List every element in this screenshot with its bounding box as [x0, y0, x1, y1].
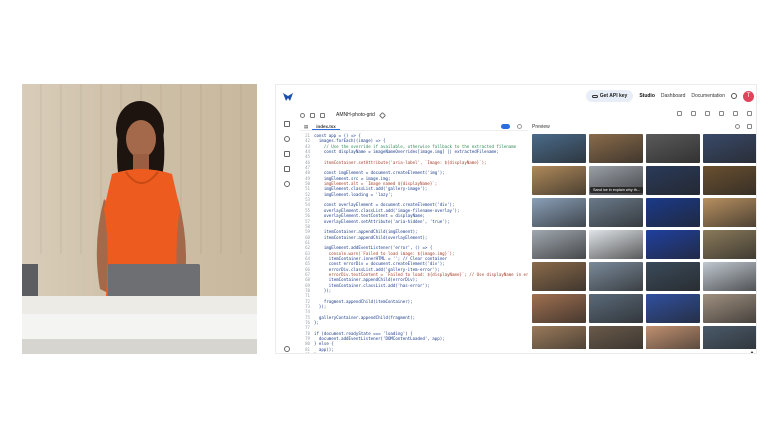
sidebar-new-chat-icon[interactable]: [284, 121, 290, 127]
sidebar-stream-icon[interactable]: [284, 136, 290, 142]
nav-dashboard[interactable]: Dashboard: [661, 93, 685, 99]
get-api-key-label: Get API key: [599, 93, 628, 99]
file-tree-toggle-icon[interactable]: ▤: [300, 124, 312, 130]
gallery-image[interactable]: [532, 230, 586, 259]
more-icon[interactable]: [747, 111, 752, 116]
gallery-image[interactable]: [646, 198, 700, 227]
gallery-image[interactable]: [589, 262, 643, 291]
code-view-icon[interactable]: [310, 112, 315, 118]
gallery-image[interactable]: [532, 198, 586, 227]
sidebar-info-icon[interactable]: [284, 346, 290, 352]
screen: Get API key Studio Dashboard Documentati…: [0, 0, 780, 438]
line-text: imgElement.loading = 'lazy';: [314, 191, 393, 197]
gallery-image[interactable]: [646, 166, 700, 195]
gallery-image[interactable]: [703, 262, 756, 291]
top-bar-actions: Get API key Studio Dashboard Documentati…: [585, 88, 754, 104]
gallery-image[interactable]: [646, 134, 700, 163]
video-desk-edge: [22, 339, 257, 354]
sidebar-history-icon[interactable]: [284, 181, 290, 187]
line-text: app();: [314, 346, 334, 352]
project-toolbar: AMNH-photo-grid: [300, 109, 756, 121]
gallery-image[interactable]: [589, 230, 643, 259]
line-text: });: [314, 287, 332, 293]
launch-icon[interactable]: [719, 111, 724, 116]
line-text: });: [314, 304, 327, 309]
gallery-image[interactable]: [703, 166, 756, 195]
github-icon[interactable]: [691, 111, 696, 116]
line-text: itemContainer.classList.add('has-error')…: [314, 282, 430, 288]
gallery-image[interactable]: [646, 294, 700, 323]
line-text: itemContainer.setAttribute('aria-label',…: [314, 159, 487, 165]
settings-gear-icon[interactable]: [731, 93, 737, 99]
avatar[interactable]: T: [743, 90, 754, 102]
preview-title: Preview: [532, 124, 550, 130]
nav-studio[interactable]: Studio: [639, 93, 655, 99]
edit-pencil-icon[interactable]: [378, 111, 386, 119]
gallery-image[interactable]: [646, 230, 700, 259]
project-name: AMNH-photo-grid: [336, 112, 375, 118]
line-text: const displayName = imageNameOverrides[i…: [314, 149, 499, 155]
gallery-image[interactable]: [532, 262, 586, 291]
code-lines: 21 const app = () => {42 images.forEach((…: [300, 133, 528, 353]
line-number: 82: [300, 352, 314, 353]
top-bar: Get API key Studio Dashboard Documentati…: [276, 85, 756, 107]
line-text: overlayElement.setAttribute('aria-hidden…: [314, 218, 450, 224]
gallery-image[interactable]: [532, 326, 586, 349]
line-text: galleryContainer.appendChild(fragment);: [314, 314, 416, 320]
code-line: 82}: [300, 352, 528, 353]
refresh-icon[interactable]: [735, 124, 740, 129]
gallery-image[interactable]: [703, 294, 756, 323]
back-icon[interactable]: [300, 112, 305, 118]
gallery-image[interactable]: [646, 262, 700, 291]
line-text: itemContainer.appendChild(overlayElement…: [314, 234, 428, 240]
gallery-image[interactable]: [703, 326, 756, 349]
deploy-icon[interactable]: [677, 111, 682, 116]
get-api-key-button[interactable]: Get API key: [585, 90, 634, 102]
fullscreen-icon[interactable]: [747, 124, 752, 129]
left-sidebar: [276, 107, 298, 353]
line-text: fragment.appendChild(itemContainer);: [314, 298, 413, 304]
code-line: 44 const displayName = imageNameOverride…: [300, 149, 528, 154]
line-text: };: [314, 320, 319, 326]
nav-documentation[interactable]: Documentation: [691, 93, 725, 99]
scroll-up-icon[interactable]: [750, 351, 754, 353]
gallery-image[interactable]: [646, 326, 700, 349]
split-view-icon[interactable]: [320, 112, 325, 118]
gallery-image[interactable]: [703, 198, 756, 227]
gallery-image[interactable]: [589, 294, 643, 323]
presenter-video: [22, 84, 257, 354]
gallery-image[interactable]: [589, 134, 643, 163]
code-editor[interactable]: ▤ index.tsx 21 const app = () => {42 imag…: [300, 123, 528, 353]
studio-logo-icon: [283, 93, 293, 101]
gallery-image[interactable]: [589, 326, 643, 349]
key-icon: [591, 94, 598, 98]
gallery-image[interactable]: [532, 294, 586, 323]
gallery-image[interactable]: [589, 198, 643, 227]
gallery-image[interactable]: [703, 134, 756, 163]
gallery-image[interactable]: [532, 134, 586, 163]
ai-studio-window: Get API key Studio Dashboard Documentati…: [275, 84, 757, 354]
gallery-image[interactable]: [703, 230, 756, 259]
toolbar-actions: [677, 111, 752, 116]
share-icon[interactable]: [733, 111, 738, 116]
image-tooltip: Sand ice in explain why th...: [590, 187, 644, 193]
download-icon[interactable]: [705, 111, 710, 116]
photo-grid: Sand ice in explain why th...: [530, 132, 756, 349]
sidebar-build-icon[interactable]: [284, 166, 290, 172]
preview-pane: Preview Sand ice in explain why th...: [530, 123, 756, 353]
close-icon[interactable]: [517, 124, 522, 129]
gallery-image[interactable]: [532, 166, 586, 195]
tab-index-tsx[interactable]: index.tsx: [312, 124, 340, 130]
editor-toggle-switch[interactable]: [501, 124, 510, 129]
editor-tabs: ▤ index.tsx: [300, 123, 528, 131]
line-text: }: [314, 352, 316, 353]
sidebar-media-icon[interactable]: [284, 151, 290, 157]
